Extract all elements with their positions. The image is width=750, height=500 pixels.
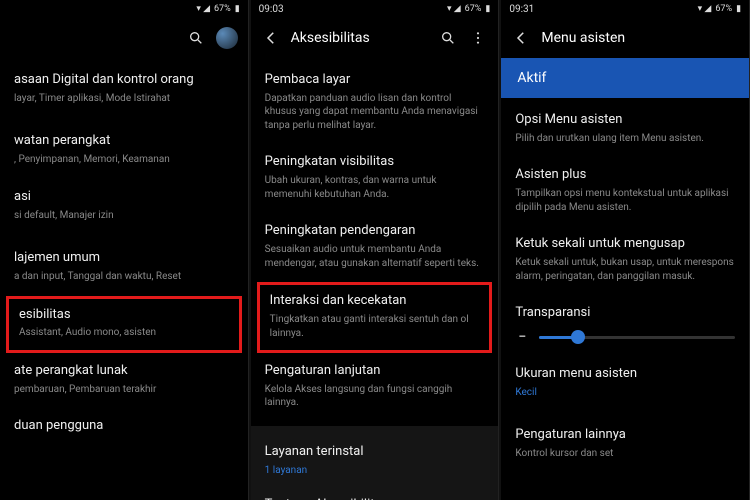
list-item[interactable]: Tentang Aksesibilitas xyxy=(251,487,499,500)
list-item-accessibility[interactable]: esibilitas Assistant, Audio mono, asiste… xyxy=(6,296,242,353)
battery-icon: ▮ xyxy=(235,4,240,14)
appbar-title: Menu asisten xyxy=(541,30,739,46)
phone-assistant-menu: 09:31 ▾ ◢ 67% ▮ Menu asisten Aktif Opsi … xyxy=(501,0,750,500)
back-icon[interactable] xyxy=(511,28,531,48)
slider-thumb[interactable] xyxy=(571,330,585,344)
list-item[interactable]: Pengaturan lainnya Kontrol kursor dan se… xyxy=(501,417,749,472)
active-banner[interactable]: Aktif xyxy=(501,58,749,98)
battery-icon: ▮ xyxy=(736,4,741,14)
list-item[interactable]: Peningkatan visibilitas Ubah ukuran, kon… xyxy=(251,144,499,213)
battery-icon: ▮ xyxy=(485,4,490,14)
list-item[interactable]: Asisten plus Tampilkan opsi menu konteks… xyxy=(501,157,749,226)
more-icon[interactable] xyxy=(468,28,488,48)
transparency-slider[interactable]: − xyxy=(501,324,749,356)
transparency-label: Transparansi xyxy=(501,295,749,324)
battery-text: 67% xyxy=(465,4,482,14)
list-item[interactable]: Pengaturan lanjutan Kelola Akses langsun… xyxy=(251,353,499,422)
list-item[interactable]: asaan Digital dan kontrol orang layar, T… xyxy=(0,62,248,117)
signal-icon: ▾ ◢ xyxy=(196,4,210,14)
statusbar: 09:03 ▾ ◢ 67% ▮ xyxy=(251,0,499,18)
appbar: Aksesibilitas xyxy=(251,18,499,58)
list-item[interactable]: Pembaca layar Dapatkan panduan audio lis… xyxy=(251,62,499,144)
appbar-title: Aksesibilitas xyxy=(291,30,429,46)
search-icon[interactable] xyxy=(438,28,458,48)
battery-text: 67% xyxy=(715,4,732,14)
appbar xyxy=(0,18,248,58)
signal-icon: ▾ ◢ xyxy=(447,4,461,14)
list-item[interactable]: duan pengguna xyxy=(0,408,248,447)
back-icon[interactable] xyxy=(261,28,281,48)
list-item[interactable]: Layanan terinstal 1 layanan xyxy=(251,434,499,487)
avatar[interactable] xyxy=(216,27,238,49)
list-item[interactable]: Peningkatan pendengaran Sesuaikan audio … xyxy=(251,213,499,282)
appbar: Menu asisten xyxy=(501,18,749,58)
list-item[interactable]: watan perangkat , Penyimpanan, Memori, K… xyxy=(0,123,248,178)
clock-text: 09:31 xyxy=(509,4,534,15)
statusbar: 09:31 ▾ ◢ 67% ▮ xyxy=(501,0,749,18)
settings-list: asaan Digital dan kontrol orang layar, T… xyxy=(0,58,248,500)
battery-text: 67% xyxy=(214,4,231,14)
clock-text: 09:03 xyxy=(259,4,284,15)
signal-icon: ▾ ◢ xyxy=(698,4,712,14)
minus-icon[interactable]: − xyxy=(515,330,529,344)
list-item-size[interactable]: Ukuran menu asisten Kecil xyxy=(501,356,749,411)
list-item[interactable]: lajemen umum a dan input, Tanggal dan wa… xyxy=(0,240,248,295)
assistant-menu-list: Opsi Menu asisten Pilih dan urutkan ulan… xyxy=(501,98,749,500)
list-item[interactable]: Ketuk sekali untuk mengusap Ketuk sekali… xyxy=(501,226,749,295)
list-item[interactable]: Opsi Menu asisten Pilih dan urutkan ulan… xyxy=(501,102,749,157)
search-icon[interactable] xyxy=(186,28,206,48)
list-item[interactable]: asi si default, Manajer izin xyxy=(0,179,248,234)
installed-services-section: Layanan terinstal 1 layanan Tentang Akse… xyxy=(251,426,499,500)
accessibility-list: Pembaca layar Dapatkan panduan audio lis… xyxy=(251,58,499,500)
phone-accessibility: 09:03 ▾ ◢ 67% ▮ Aksesibilitas Pembaca la… xyxy=(251,0,500,500)
list-item[interactable]: ate perangkat lunak pembaruan, Pembaruan… xyxy=(0,353,248,408)
phone-settings-main: ▾ ◢ 67% ▮ asaan Digital dan kontrol oran… xyxy=(0,0,249,500)
list-item-interaction[interactable]: Interaksi dan kecekatan Tingkatkan atau … xyxy=(257,282,493,353)
statusbar: ▾ ◢ 67% ▮ xyxy=(0,0,248,18)
slider-track[interactable] xyxy=(539,336,735,339)
